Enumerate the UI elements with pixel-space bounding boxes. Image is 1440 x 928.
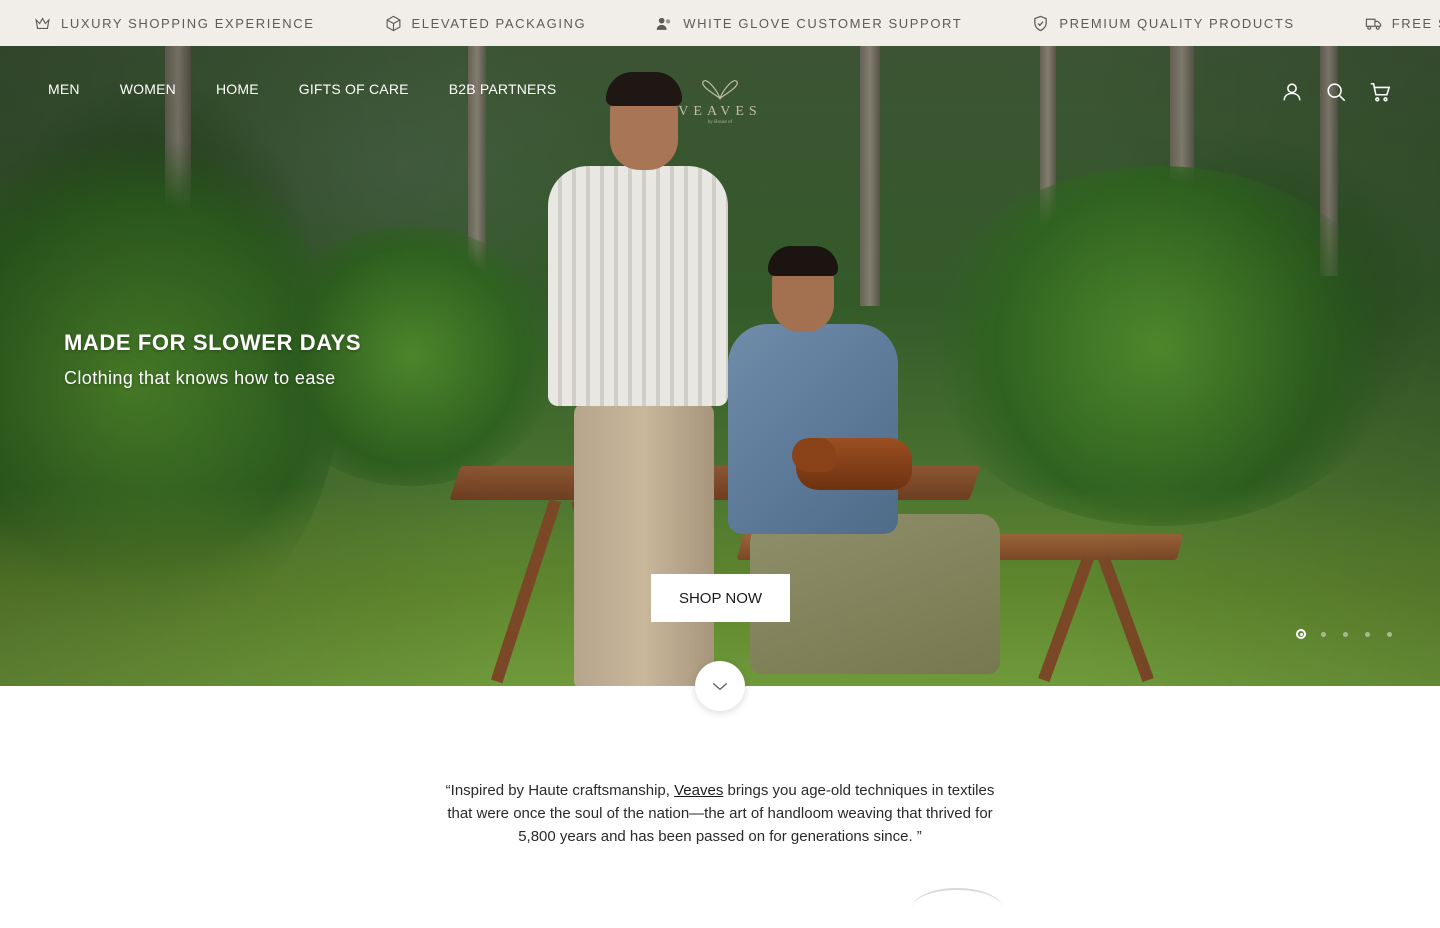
announcement-label: PREMIUM QUALITY PRODUCTS	[1059, 15, 1295, 31]
partial-emblem	[912, 888, 1002, 928]
shop-now-button[interactable]: SHOP NOW	[651, 574, 790, 622]
logo-text: VEAVES	[678, 104, 762, 119]
nav-gifts-of-care[interactable]: GIFTS OF CARE	[299, 81, 409, 97]
crown-icon	[35, 16, 50, 29]
announcement-label: LUXURY SHOPPING EXPERIENCE	[61, 15, 315, 31]
butterfly-logo-icon	[702, 80, 738, 100]
search-icon	[1327, 83, 1346, 102]
box-icon	[386, 15, 400, 31]
truck-icon	[1365, 18, 1381, 30]
nav-home[interactable]: HOME	[216, 81, 259, 97]
brand-quote: “Inspired by Haute craftsmanship, Veaves…	[440, 779, 1000, 848]
hero-text: MADE FOR SLOWER DAYS Clothing that knows…	[64, 330, 361, 389]
slideshow-dots	[1296, 629, 1406, 639]
quote-text-start: “Inspired by Haute craftsmanship,	[445, 782, 675, 799]
nav-b2b-partners[interactable]: B2B PARTNERS	[449, 81, 557, 97]
chevron-down-icon	[712, 683, 728, 691]
nav-women[interactable]: WOMEN	[120, 81, 176, 97]
shield-check-icon	[1034, 15, 1048, 31]
announcement-item-shipping: FREE SHIPPING	[1365, 15, 1440, 32]
site-logo[interactable]: VEAVES by House of	[672, 70, 768, 128]
account-button[interactable]	[1280, 80, 1304, 104]
announcement-item-packaging: ELEVATED PACKAGING	[385, 15, 587, 32]
announcement-item-support: WHITE GLOVE CUSTOMER SUPPORT	[656, 15, 962, 32]
main-nav: MEN WOMEN HOME GIFTS OF CARE B2B PARTNER…	[48, 81, 596, 97]
announcement-item-quality: PREMIUM QUALITY PRODUCTS	[1032, 15, 1294, 32]
announcement-label: FREE SHIPPING	[1391, 15, 1440, 31]
slide-dot-1[interactable]	[1296, 629, 1306, 639]
support-users-icon	[656, 17, 671, 30]
search-button[interactable]	[1324, 80, 1348, 104]
announcement-bar: LUXURY SHOPPING EXPERIENCE ELEVATED PACK…	[0, 0, 1440, 46]
hero-subtitle: Clothing that knows how to ease	[64, 368, 336, 388]
brand-link[interactable]: Veaves	[674, 782, 723, 799]
account-icon	[1283, 83, 1301, 101]
cart-icon	[1370, 82, 1391, 102]
cart-button[interactable]	[1368, 80, 1392, 104]
announcement-label: ELEVATED PACKAGING	[411, 15, 587, 31]
announcement-label: WHITE GLOVE CUSTOMER SUPPORT	[683, 15, 963, 31]
logo-subtext: by House of	[707, 120, 733, 125]
slide-dot-5[interactable]	[1384, 629, 1394, 639]
header-icons	[1280, 80, 1412, 104]
scroll-down-button[interactable]	[695, 661, 745, 711]
hero-title: MADE FOR SLOWER DAYS	[64, 330, 362, 355]
announcement-item-luxury: LUXURY SHOPPING EXPERIENCE	[34, 15, 315, 32]
slide-dot-3[interactable]	[1340, 629, 1350, 639]
slide-dot-2[interactable]	[1318, 629, 1328, 639]
nav-men[interactable]: MEN	[48, 81, 80, 97]
slide-dot-4[interactable]	[1362, 629, 1372, 639]
